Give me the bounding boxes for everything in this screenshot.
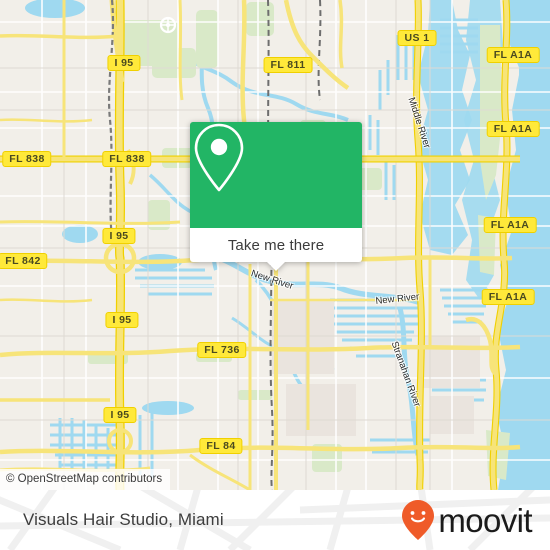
osm-attribution[interactable]: © OpenStreetMap contributors [0, 469, 171, 490]
moovit-wordmark: moovit [438, 501, 532, 539]
road-shield: FL 84 [199, 438, 243, 454]
popup-pointer-tail [267, 262, 285, 271]
moovit-brand[interactable]: moovit [401, 499, 533, 541]
map-pin-icon [194, 123, 244, 192]
road-shield: FL 811 [263, 57, 313, 73]
road-shield: I 95 [102, 228, 136, 244]
road-shield: I 95 [107, 55, 141, 71]
road-shield: FL A1A [483, 217, 537, 233]
road-shield: FL A1A [486, 47, 540, 63]
moovit-pin-smiley-icon [402, 500, 435, 540]
take-me-there-button[interactable]: Take me there [190, 228, 362, 262]
road-shield: FL A1A [486, 121, 540, 137]
road-shield: I 95 [105, 312, 139, 328]
location-popup[interactable]: Take me there [190, 122, 362, 271]
road-shield: FL 838 [102, 151, 152, 167]
map-canvas[interactable]: I 95 FL 811 US 1 FL A1A FL A1A FL 838 FL 838 FL… [0, 0, 550, 490]
popup-header [190, 122, 362, 228]
road-shield: FL 842 [0, 253, 48, 269]
road-shield: I 95 [103, 407, 137, 423]
take-me-there-label: Take me there [227, 236, 325, 254]
road-shield: FL A1A [481, 289, 535, 305]
road-shield: FL 736 [197, 342, 247, 358]
moovit-map-screenshot: I 95 FL 811 US 1 FL A1A FL A1A FL 838 FL 838 FL… [0, 0, 550, 550]
place-title: Visuals Hair Studio, Miami [23, 510, 224, 529]
footer-bar: Visuals Hair Studio, Miami moovit [0, 490, 550, 550]
road-shield: FL 838 [2, 151, 52, 167]
road-shield: US 1 [397, 30, 437, 46]
